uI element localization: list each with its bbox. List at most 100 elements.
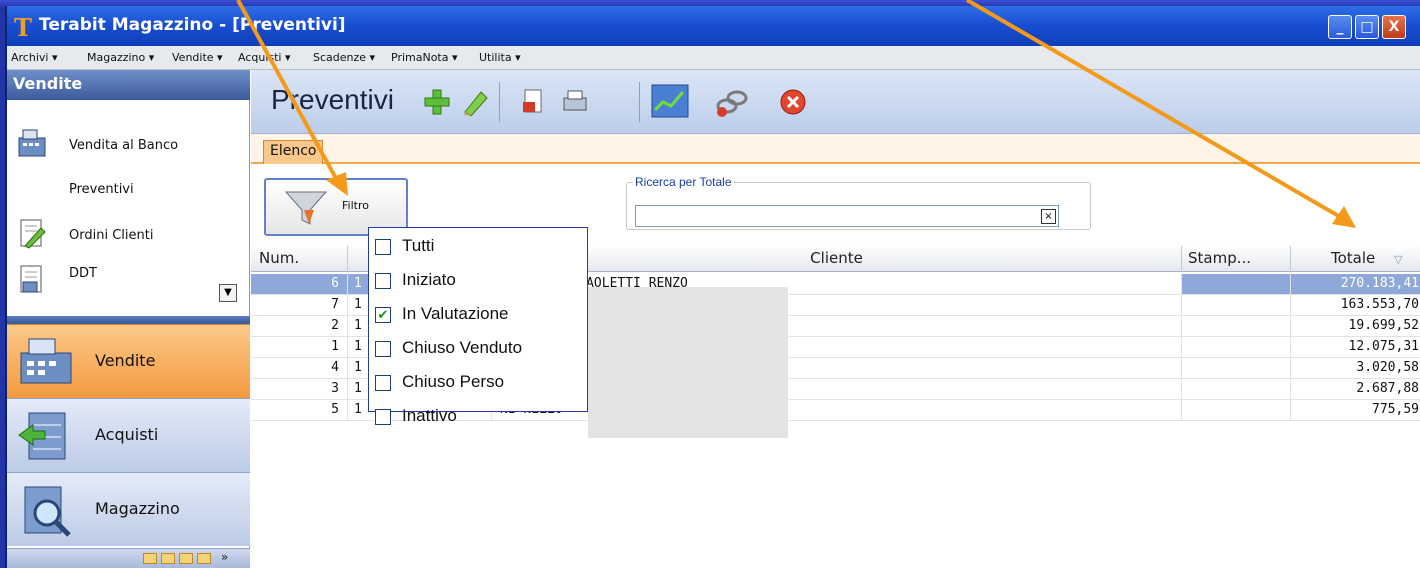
cell-totale: 3.020,58 [1291, 358, 1420, 379]
funnel-icon [284, 191, 328, 225]
sidebar-scroll-down-button[interactable]: ▼ [219, 284, 237, 302]
cell-totale: 163.553,70 [1291, 295, 1420, 316]
checkbox[interactable] [375, 409, 391, 425]
status-option-label: Chiuso Perso [402, 372, 505, 391]
filtro-label: Filtro [342, 199, 369, 212]
cell-stamp [1182, 379, 1291, 400]
document-truck-icon [20, 265, 42, 293]
folder-mini-icon[interactable] [161, 553, 175, 564]
cash-register-icon [20, 338, 72, 384]
chart-icon[interactable] [651, 84, 689, 118]
title-bar: T Terabit Magazzino - [Preventivi] _ □ X [7, 6, 1420, 46]
unlink-icon[interactable] [715, 86, 749, 118]
magnifier-server-icon [24, 486, 71, 537]
cell-totale: 2.687,88 [1291, 379, 1420, 400]
overflow-chevron-icon[interactable]: » [221, 550, 228, 564]
folder-mini-icon[interactable] [179, 553, 193, 564]
ricerca-totale-group: Ricerca per Totale × [626, 175, 1091, 230]
status-option-label: Iniziato [402, 270, 456, 289]
sort-desc-icon: ▽ [1394, 253, 1403, 266]
toolbar-separator [499, 82, 500, 122]
menu-acquisti[interactable]: Acquisti ▾ [238, 51, 291, 64]
cell-stamp [1182, 316, 1291, 337]
menu-utilita[interactable]: Utilita ▾ [479, 51, 521, 64]
sidebar-splitter[interactable] [7, 316, 250, 324]
sidebar-item-preventivi[interactable]: Preventivi [7, 168, 250, 208]
cell-stamp [1182, 400, 1291, 421]
cancel-icon[interactable] [779, 88, 807, 116]
cell-num: 6 [251, 274, 348, 295]
sidebar: Vendite Vendita al Banco Preventivi Ordi… [7, 70, 250, 568]
menu-vendite[interactable]: Vendite ▾ [172, 51, 223, 64]
status-option-label: Tutti [402, 236, 435, 255]
tab-elenco[interactable]: Elenco [263, 140, 324, 164]
checkbox[interactable] [375, 273, 391, 289]
cell-num: 7 [251, 295, 348, 316]
folder-mini-icon[interactable] [143, 553, 157, 564]
sidebar-item-label: Preventivi [69, 182, 134, 197]
minimize-button[interactable]: _ [1328, 15, 1352, 39]
nav-label: Magazzino [95, 499, 180, 518]
cell-num: 5 [251, 400, 348, 421]
sidebar-item-vendita-al-banco[interactable]: Vendita al Banco [7, 124, 250, 164]
col-totale-label: Totale [1331, 249, 1376, 267]
toolbar-separator [639, 82, 640, 122]
sidebar-item-label: Ordini Clienti [69, 228, 154, 243]
sidebar-item-label: Vendita al Banco [69, 138, 179, 153]
sidebar-item-ordini-clienti[interactable]: Ordini Clienti [7, 214, 250, 254]
page-title: Preventivi [271, 84, 394, 115]
checkbox[interactable] [375, 239, 391, 255]
sidebar-header: Vendite [7, 70, 250, 100]
cell-num: 2 [251, 316, 348, 337]
checkbox[interactable] [375, 375, 391, 391]
sidebar-item-label: DDT [69, 266, 97, 281]
tab-strip: Elenco [251, 134, 1420, 164]
server-arrow-icon [18, 412, 66, 460]
col-totale[interactable]: Totale ▽ [1291, 246, 1420, 272]
add-icon[interactable] [423, 88, 451, 116]
col-num[interactable]: Num. [251, 246, 348, 272]
redaction-box [588, 287, 788, 438]
cell-stamp [1182, 337, 1291, 358]
ricerca-legend: Ricerca per Totale [633, 175, 734, 189]
window-title: Terabit Magazzino - [Preventivi] [39, 15, 346, 35]
col-cliente[interactable]: Cliente [492, 246, 1182, 272]
maximize-button[interactable]: □ [1355, 15, 1379, 39]
nav-vendite[interactable]: Vendite [7, 324, 250, 398]
nav-label: Acquisti [95, 425, 159, 444]
checkbox[interactable] [375, 341, 391, 357]
app-logo: T [14, 13, 32, 42]
toolbar: Preventivi [251, 70, 1420, 134]
nav-magazzino[interactable]: Magazzino [7, 472, 250, 546]
menu-archivi[interactable]: Archivi ▾ [11, 51, 57, 64]
document-pencil-icon [20, 219, 46, 249]
close-window-button[interactable]: X [1382, 15, 1406, 39]
print-icon[interactable] [561, 88, 589, 116]
cash-register-icon [18, 129, 46, 157]
nav-label: Vendite [95, 351, 156, 370]
menu-magazzino[interactable]: Magazzino ▾ [87, 51, 154, 64]
checkbox-checked[interactable]: ✔ [375, 307, 391, 323]
cell-stamp [1182, 274, 1291, 295]
col-stamp[interactable]: Stamp... [1182, 246, 1291, 272]
cell-totale: 19.699,52 [1291, 316, 1420, 337]
status-option-label: Inattivo [402, 406, 457, 425]
cell-totale: 270.183,41 [1291, 274, 1420, 295]
clear-search-icon[interactable]: × [1041, 209, 1056, 224]
cell-totale: 775,59 [1291, 400, 1420, 421]
cell-num: 1 [251, 337, 348, 358]
menu-primanota[interactable]: PrimaNota ▾ [391, 51, 458, 64]
cell-stamp [1182, 295, 1291, 316]
menu-scadenze[interactable]: Scadenze ▾ [313, 51, 375, 64]
status-option-label: In Valutazione [402, 304, 509, 323]
document-export-icon[interactable] [519, 88, 547, 116]
folder-mini-icon[interactable] [197, 553, 211, 564]
cell-num: 4 [251, 358, 348, 379]
status-filter-dropdown: Tutti Iniziato ✔ In Valutazione Chiuso Vendu… [368, 227, 588, 425]
sidebar-item-ddt[interactable]: DDT [7, 260, 250, 300]
cell-stamp [1182, 358, 1291, 379]
ricerca-totale-input[interactable] [635, 205, 1059, 227]
edit-pencil-icon[interactable] [461, 88, 489, 116]
nav-acquisti[interactable]: Acquisti [7, 398, 250, 472]
cell-totale: 12.075,31 [1291, 337, 1420, 358]
